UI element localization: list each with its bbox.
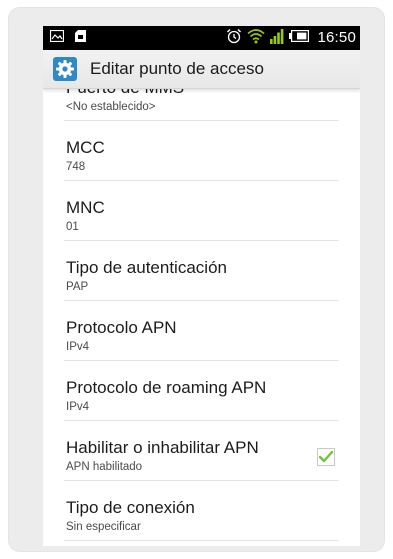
- sd-card-icon: [75, 29, 86, 47]
- apn-enabled-checkbox[interactable]: [317, 448, 335, 466]
- setting-apn-enable[interactable]: Habilitar o inhabilitar APN APN habilita…: [64, 421, 339, 481]
- settings-gear-icon[interactable]: [53, 57, 77, 81]
- setting-title: Habilitar o inhabilitar APN: [66, 438, 259, 457]
- setting-mnc[interactable]: MNC 01: [64, 181, 339, 241]
- setting-summary: <No establecido>: [66, 101, 156, 113]
- wifi-icon: [247, 28, 265, 49]
- alarm-icon: [226, 28, 242, 49]
- setting-summary: APN habilitado: [66, 461, 143, 473]
- setting-title: Puerto de MMS: [66, 88, 184, 98]
- setting-authentication-type[interactable]: Tipo de autenticación PAP: [64, 241, 339, 301]
- setting-title: MCC: [66, 138, 105, 157]
- action-bar: Editar punto de acceso: [43, 50, 360, 89]
- phone-screen: 16:50 Editar punto de acceso Puerto de M…: [43, 26, 360, 546]
- settings-list[interactable]: Puerto de MMS <No establecido> MCC 748 M…: [43, 88, 360, 546]
- notification-icons: [49, 29, 86, 47]
- setting-title: Tipo de conexión: [66, 498, 195, 517]
- page-title: Editar punto de acceso: [90, 59, 264, 78]
- setting-apn-protocol[interactable]: Protocolo APN IPv4: [64, 301, 339, 361]
- setting-summary: PAP: [66, 281, 89, 293]
- checkmark-icon: [318, 450, 334, 463]
- setting-summary: 748: [66, 161, 86, 173]
- setting-mms-port[interactable]: Puerto de MMS <No establecido>: [64, 88, 339, 121]
- setting-title: Protocolo de roaming APN: [66, 378, 267, 397]
- setting-summary: Sin especificar: [66, 521, 141, 533]
- status-time: 16:50: [317, 29, 356, 46]
- status-bar: 16:50: [43, 26, 360, 50]
- setting-summary: IPv4: [66, 341, 90, 353]
- setting-summary: IPv4: [66, 401, 90, 413]
- setting-apn-roaming-protocol[interactable]: Protocolo de roaming APN IPv4: [64, 361, 339, 421]
- battery-icon: [289, 29, 310, 47]
- system-icons: 16:50: [226, 28, 356, 48]
- image-icon: [49, 29, 65, 47]
- setting-title: Protocolo APN: [66, 318, 177, 337]
- settings-list-content: Puerto de MMS <No establecido> MCC 748 M…: [43, 88, 360, 541]
- setting-title: MNC: [66, 198, 105, 217]
- setting-title: Tipo de autenticación: [66, 258, 227, 277]
- setting-connection-type[interactable]: Tipo de conexión Sin especificar: [64, 481, 339, 541]
- signal-icon: [270, 28, 284, 49]
- setting-summary: 01: [66, 221, 79, 233]
- setting-mcc[interactable]: MCC 748: [64, 121, 339, 181]
